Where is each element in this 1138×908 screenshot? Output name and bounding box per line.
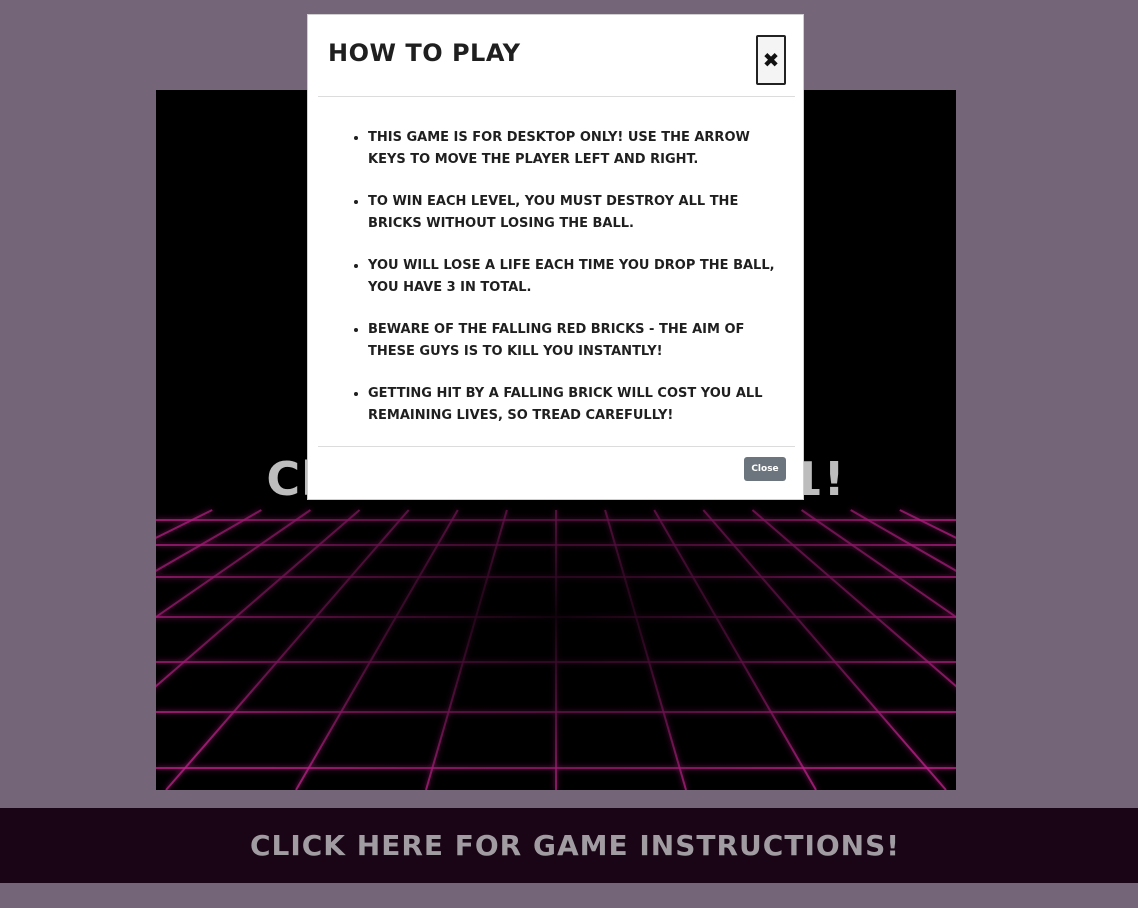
close-button[interactable]: Close — [744, 457, 786, 481]
modal-title: HOW TO PLAY — [328, 39, 521, 67]
rule-item: THIS GAME IS FOR DESKTOP ONLY! USE THE A… — [368, 127, 795, 171]
rule-item: TO WIN EACH LEVEL, YOU MUST DESTROY ALL … — [368, 191, 795, 235]
rules-list: THIS GAME IS FOR DESKTOP ONLY! USE THE A… — [318, 127, 795, 427]
rule-item: BEWARE OF THE FALLING RED BRICKS - THE A… — [368, 319, 795, 363]
rule-item: YOU WILL LOSE A LIFE EACH TIME YOU DROP … — [368, 255, 795, 299]
modal-body: THIS GAME IS FOR DESKTOP ONLY! USE THE A… — [318, 97, 795, 446]
how-to-play-modal: HOW TO PLAY ✖ THIS GAME IS FOR DESKTOP O… — [307, 14, 804, 500]
close-icon[interactable]: ✖ — [756, 35, 786, 85]
modal-footer: Close — [318, 446, 795, 501]
modal-header: HOW TO PLAY ✖ — [318, 15, 795, 97]
page: Click to start Level 1! CLICK HERE FOR G… — [0, 0, 1138, 908]
game-instructions-link[interactable]: CLICK HERE FOR GAME INSTRUCTIONS! — [238, 829, 900, 862]
instructions-bar: CLICK HERE FOR GAME INSTRUCTIONS! — [0, 808, 1138, 883]
rule-item: GETTING HIT BY A FALLING BRICK WILL COST… — [368, 383, 795, 427]
